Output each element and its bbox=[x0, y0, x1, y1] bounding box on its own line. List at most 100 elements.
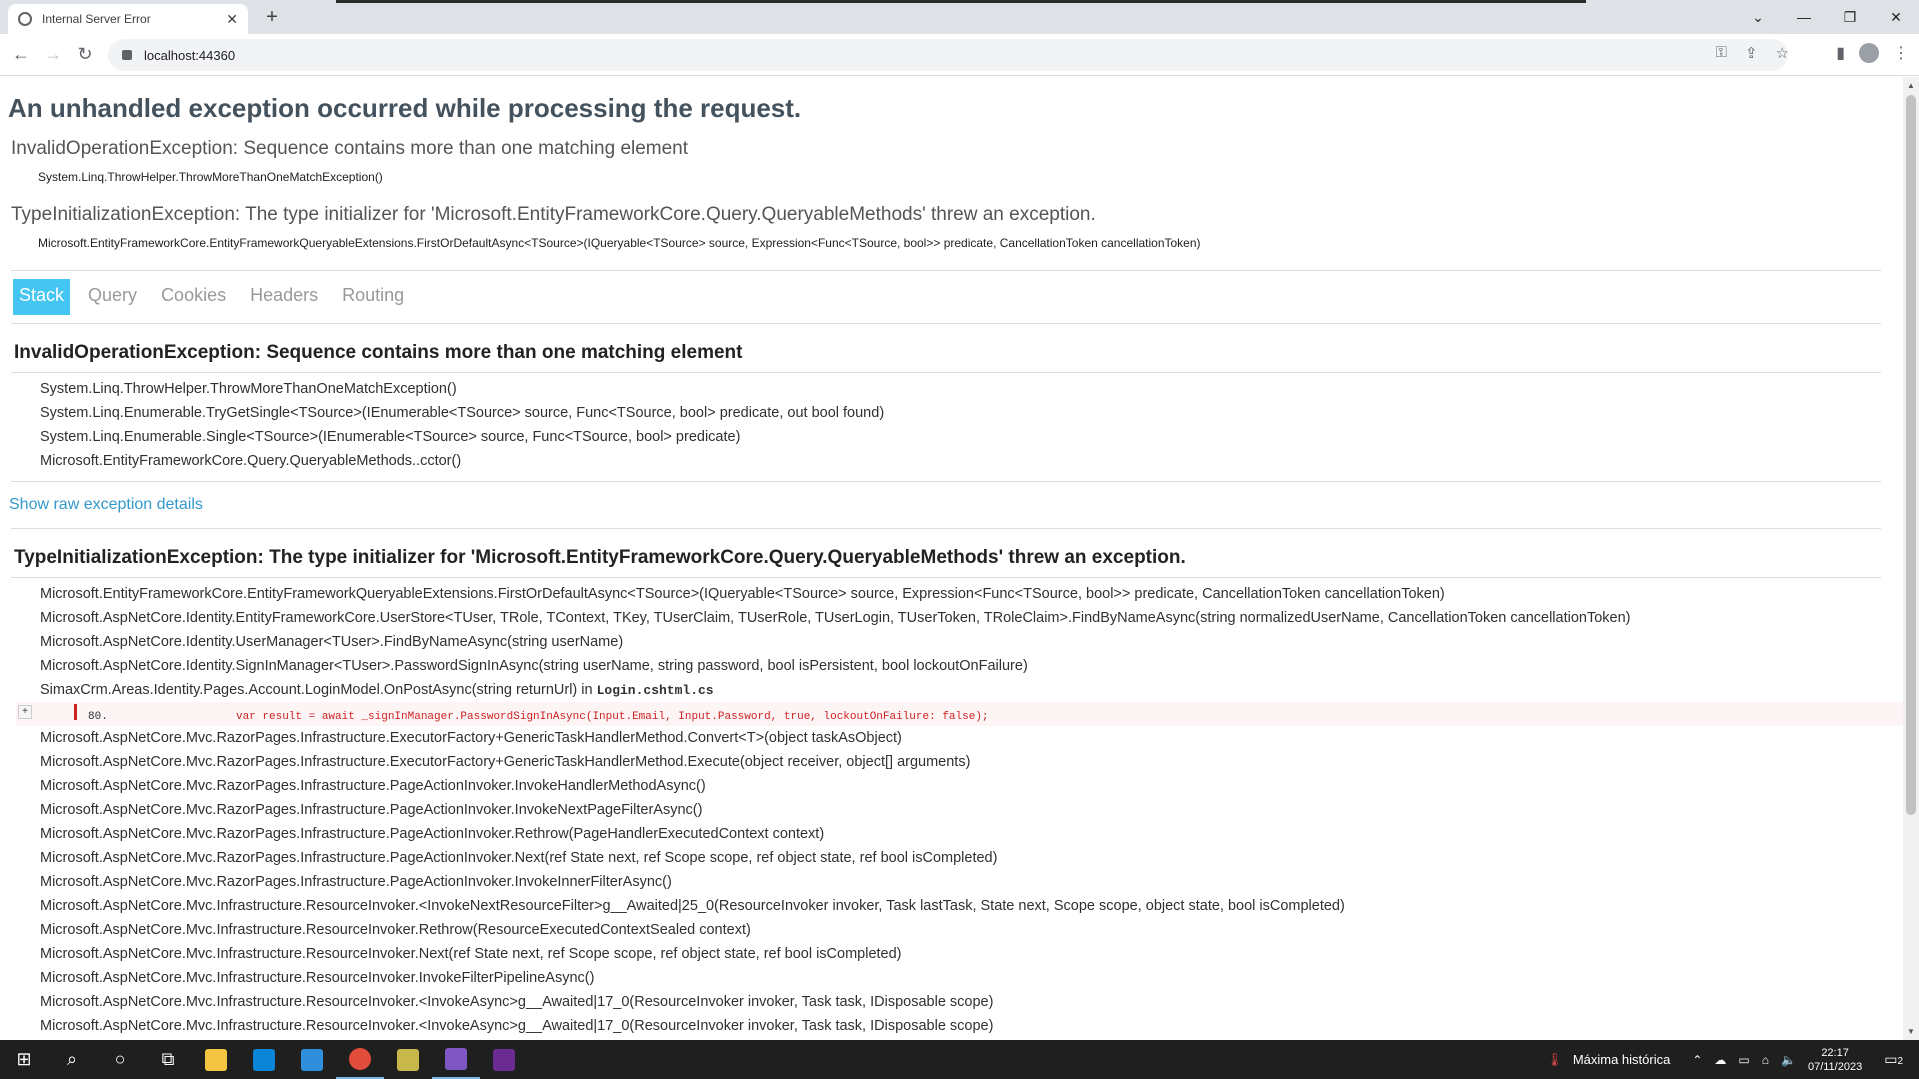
key-icon[interactable]: ⚿ bbox=[1716, 44, 1727, 62]
stack-frame[interactable]: Microsoft.AspNetCore.Mvc.RazorPages.Infr… bbox=[40, 726, 1893, 750]
stack-frame[interactable]: System.Linq.Enumerable.TryGetSingle<TSou… bbox=[40, 401, 1893, 425]
scroll-down-icon[interactable]: ▼ bbox=[1907, 1027, 1915, 1036]
stack-frames: Microsoft.EntityFrameworkCore.EntityFram… bbox=[16, 582, 1903, 1038]
restore-button[interactable]: ❐ bbox=[1827, 9, 1873, 26]
date: 07/11/2023 bbox=[1807, 1060, 1863, 1073]
search-icon[interactable]: ⌕ bbox=[48, 1040, 96, 1079]
window-controls: ⌄ — ❐ ✕ bbox=[1735, 0, 1919, 34]
exception-title: InvalidOperationException: Sequence cont… bbox=[14, 342, 743, 363]
network-icon[interactable]: ⌂ bbox=[1762, 1053, 1769, 1067]
line-number: 80. bbox=[88, 711, 108, 723]
url-text: localhost:44360 bbox=[144, 47, 236, 63]
file-explorer-icon[interactable] bbox=[192, 1040, 240, 1079]
summary-location: System.Linq.ThrowHelper.ThrowMoreThanOne… bbox=[38, 170, 383, 184]
profile-avatar[interactable] bbox=[1859, 43, 1879, 63]
divider bbox=[11, 372, 1881, 373]
omnibox-actions: ⚿ ⇪ ☆ bbox=[1716, 44, 1789, 62]
volume-icon[interactable]: 🔈 bbox=[1781, 1053, 1796, 1067]
close-window-button[interactable]: ✕ bbox=[1873, 9, 1919, 26]
task-view-icon[interactable]: ⧉ bbox=[144, 1040, 192, 1079]
info-icon[interactable] bbox=[122, 50, 132, 60]
chevron-up-icon[interactable]: ⌃ bbox=[1692, 1053, 1702, 1067]
menu-icon[interactable]: ⋮ bbox=[1893, 43, 1909, 63]
time: 22:17 bbox=[1821, 1046, 1849, 1059]
visual-studio-icon[interactable] bbox=[432, 1040, 480, 1079]
divider bbox=[11, 528, 1881, 529]
forward-arrow-icon[interactable]: → bbox=[42, 44, 64, 65]
page-scrollbar[interactable]: ▲ ▼ bbox=[1903, 77, 1919, 1040]
store-icon[interactable] bbox=[240, 1040, 288, 1079]
minimize-button[interactable]: — bbox=[1781, 9, 1827, 25]
side-panel-icon[interactable]: ▮ bbox=[1836, 43, 1845, 63]
expand-source-icon[interactable]: + bbox=[18, 705, 32, 719]
onedrive-icon[interactable]: ☁ bbox=[1714, 1053, 1726, 1067]
summary-error: TypeInitializationException: The type in… bbox=[11, 204, 1096, 225]
scroll-up-icon[interactable]: ▲ bbox=[1907, 81, 1915, 90]
stack-frame[interactable]: Microsoft.AspNetCore.Mvc.Infrastructure.… bbox=[40, 966, 1893, 990]
windows-start-icon[interactable]: ⊞ bbox=[0, 1040, 48, 1079]
mail-icon[interactable] bbox=[288, 1040, 336, 1079]
error-page: An unhandled exception occurred while pr… bbox=[0, 77, 1903, 1040]
stack-frame[interactable]: Microsoft.AspNetCore.Mvc.RazorPages.Infr… bbox=[40, 870, 1893, 894]
divider bbox=[11, 481, 1881, 482]
stack-frame[interactable]: Microsoft.AspNetCore.Mvc.RazorPages.Infr… bbox=[40, 846, 1893, 870]
address-bar[interactable]: localhost:44360 bbox=[108, 39, 1788, 71]
back-arrow-icon[interactable]: ← bbox=[10, 44, 32, 65]
page-title: An unhandled exception occurred while pr… bbox=[8, 93, 802, 123]
stack-frame[interactable]: Microsoft.AspNetCore.Identity.SignInMana… bbox=[40, 654, 1893, 678]
tab-query[interactable]: Query bbox=[82, 279, 143, 315]
loading-bar bbox=[336, 0, 1586, 3]
stack-frame[interactable]: Microsoft.EntityFrameworkCore.Query.Quer… bbox=[40, 449, 1893, 473]
globe-icon bbox=[18, 12, 32, 26]
stack-frame[interactable]: Microsoft.EntityFrameworkCore.EntityFram… bbox=[40, 582, 1893, 606]
weather-widget[interactable]: 🌡 Máxima histórica bbox=[1546, 1052, 1670, 1068]
chrome-icon[interactable] bbox=[336, 1040, 384, 1079]
stack-frame[interactable]: Microsoft.AspNetCore.Mvc.Infrastructure.… bbox=[40, 918, 1893, 942]
notifications-icon[interactable]: ▭2 bbox=[1884, 1051, 1903, 1068]
tab-close-icon[interactable]: ✕ bbox=[226, 11, 238, 28]
star-icon[interactable]: ☆ bbox=[1776, 44, 1789, 62]
tab-stack[interactable]: Stack bbox=[13, 279, 71, 315]
scrollbar-thumb[interactable] bbox=[1906, 95, 1916, 815]
exception-title: TypeInitializationException: The type in… bbox=[14, 547, 1186, 568]
stack-frame[interactable]: Microsoft.AspNetCore.Mvc.RazorPages.Infr… bbox=[40, 822, 1893, 846]
stack-frame[interactable]: System.Linq.Enumerable.Single<TSource>(I… bbox=[40, 425, 1893, 449]
stack-frame[interactable]: Microsoft.AspNetCore.Identity.UserManage… bbox=[40, 630, 1893, 654]
tab-headers[interactable]: Headers bbox=[244, 279, 324, 315]
stack-frame[interactable]: Microsoft.AspNetCore.Identity.EntityFram… bbox=[40, 606, 1893, 630]
thermometer-icon: 🌡 bbox=[1546, 1051, 1563, 1067]
summary-location: Microsoft.EntityFrameworkCore.EntityFram… bbox=[38, 236, 1201, 250]
stack-frame[interactable]: Microsoft.AspNetCore.Mvc.RazorPages.Infr… bbox=[40, 798, 1893, 822]
stack-frame[interactable]: Microsoft.AspNetCore.Mvc.Infrastructure.… bbox=[40, 894, 1893, 918]
stack-frame[interactable]: Microsoft.AspNetCore.Mvc.Infrastructure.… bbox=[40, 990, 1893, 1014]
tab-cookies[interactable]: Cookies bbox=[155, 279, 232, 315]
stack-frame[interactable]: Microsoft.AspNetCore.Mvc.RazorPages.Infr… bbox=[40, 774, 1893, 798]
source-code: var result = await _signInManager.Passwo… bbox=[236, 711, 989, 723]
stack-frame[interactable]: Microsoft.AspNetCore.Mvc.RazorPages.Infr… bbox=[40, 750, 1893, 774]
tray-icons: ⌃ ☁ ▭ ⌂ 🔈 bbox=[1692, 1053, 1796, 1067]
share-icon[interactable]: ⇪ bbox=[1745, 44, 1758, 62]
detail-tabs: Stack Query Cookies Headers Routing bbox=[13, 279, 1893, 315]
stack-frame[interactable]: System.Linq.ThrowHelper.ThrowMoreThanOne… bbox=[40, 377, 1893, 401]
divider bbox=[11, 577, 1881, 578]
terminal-icon[interactable] bbox=[480, 1040, 528, 1079]
divider bbox=[11, 323, 1881, 324]
stack-frame[interactable]: Microsoft.AspNetCore.Mvc.Infrastructure.… bbox=[40, 1014, 1893, 1038]
source-code-line: + 80. var result = await _signInManager.… bbox=[16, 702, 1903, 726]
browser-tab[interactable]: Internal Server Error ✕ bbox=[8, 4, 248, 34]
cortana-icon[interactable]: ○ bbox=[96, 1040, 144, 1079]
tab-routing[interactable]: Routing bbox=[336, 279, 410, 315]
stack-frame[interactable]: Microsoft.AspNetCore.Mvc.Infrastructure.… bbox=[40, 942, 1893, 966]
browser-toolbar: ← → ↻ localhost:44360 ⚿ ⇪ ☆ ▮ ⋮ bbox=[0, 34, 1919, 76]
app-icon[interactable] bbox=[384, 1040, 432, 1079]
reload-icon[interactable]: ↻ bbox=[74, 44, 96, 65]
show-raw-exception-link[interactable]: Show raw exception details bbox=[9, 496, 1893, 514]
tab-search-icon[interactable]: ⌄ bbox=[1735, 9, 1781, 26]
battery-icon[interactable]: ▭ bbox=[1738, 1053, 1749, 1067]
tab-strip: Internal Server Error ✕ + ⌄ — ❐ ✕ bbox=[0, 0, 1919, 34]
stack-frame-user-code[interactable]: SimaxCrm.Areas.Identity.Pages.Account.Lo… bbox=[40, 678, 1893, 702]
stack-frames: System.Linq.ThrowHelper.ThrowMoreThanOne… bbox=[40, 377, 1893, 473]
frame-method: SimaxCrm.Areas.Identity.Pages.Account.Lo… bbox=[40, 682, 597, 698]
clock[interactable]: 22:17 07/11/2023 bbox=[1808, 1046, 1862, 1074]
new-tab-button[interactable]: + bbox=[260, 6, 284, 29]
